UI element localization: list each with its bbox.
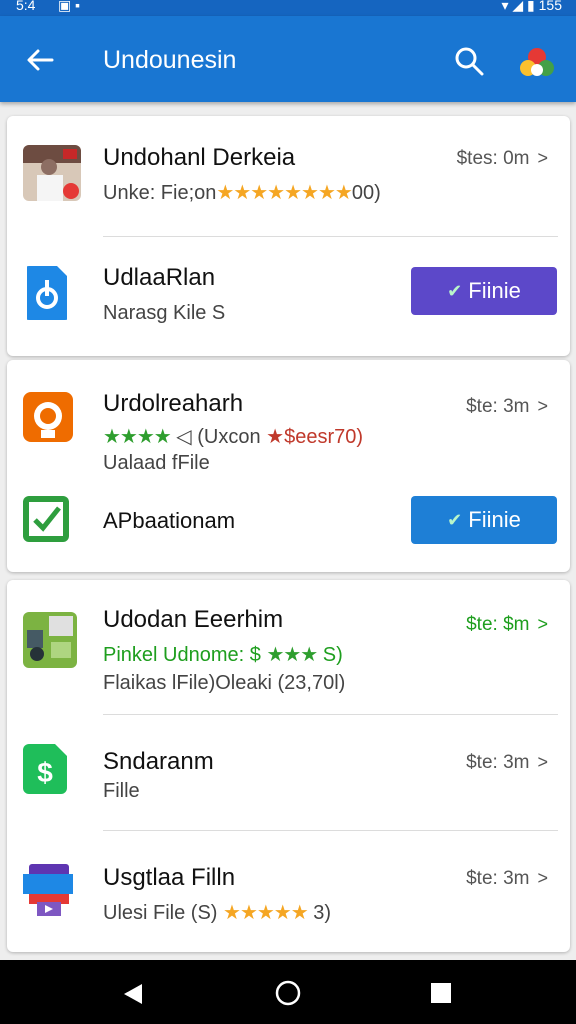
- list-item[interactable]: Urdolreaharh ★★★★ ◁ (Uxcon ★$eesr70) Ual…: [7, 360, 570, 478]
- app-subtitle: Unke: Fie;on★★★★★★★★00): [103, 182, 381, 204]
- status-right: ▾ ◢ ▮ 155: [501, 0, 562, 14]
- app-meta: $te: 3m >: [466, 868, 548, 889]
- list-item[interactable]: APbaationam ✔ Fiinie: [7, 478, 570, 572]
- app-name: Usgtlaa Filln: [103, 864, 236, 891]
- money-file-icon: $: [23, 744, 67, 794]
- app-name: Udodan Eeerhim: [103, 606, 284, 633]
- app-name: Urdolreaharh: [103, 390, 244, 417]
- video-folder-icon: [23, 864, 73, 916]
- list-item[interactable]: $ Sndaranm Fille $te: 3m >: [7, 714, 570, 830]
- app-name: Undohanl Derkeia: [103, 144, 296, 171]
- app-meta: $te: 3m >: [466, 752, 548, 773]
- app-photo-icon: [23, 145, 81, 201]
- game-app-icon: [23, 612, 77, 668]
- app-subtitle: Ulesi File (S) ★★★★★ 3): [103, 902, 332, 924]
- check-icon: ✔: [447, 280, 463, 301]
- install-button[interactable]: ✔ Fiinie: [411, 267, 557, 315]
- checkbox-app-icon: [23, 496, 69, 542]
- status-time: 5:4: [16, 0, 36, 13]
- search-icon[interactable]: [454, 46, 484, 76]
- app-meta: $te: $m >: [466, 614, 548, 635]
- app-card: Udodan Eeerhim Pinkel Udnome: $ ★★★ S) F…: [7, 580, 570, 952]
- rating-stars: ★★★★: [103, 426, 172, 448]
- app-subtitle: Pinkel Udnome: $ ★★★ S): [103, 644, 343, 666]
- list-item[interactable]: UdlaaRlan Narasg Kile S ✔ Fiinie: [7, 236, 570, 356]
- notification-icons: ▣ ▪: [58, 0, 81, 13]
- rating-stars: ★★★★★★★★: [216, 182, 352, 204]
- chevron-right-icon: >: [537, 868, 548, 888]
- list-item[interactable]: Undohanl Derkeia Unke: Fie;on★★★★★★★★00)…: [7, 116, 570, 236]
- home-circle-icon[interactable]: [275, 980, 301, 1006]
- music-file-icon: [27, 266, 67, 320]
- back-arrow-icon[interactable]: [24, 46, 56, 74]
- app-name: Sndaranm: [103, 748, 214, 775]
- app-meta: $tes: 0m >: [456, 148, 548, 169]
- app-bar: Undounesin: [0, 16, 576, 102]
- app-card: Urdolreaharh ★★★★ ◁ (Uxcon ★$eesr70) Ual…: [7, 360, 570, 572]
- list-item[interactable]: Udodan Eeerhim Pinkel Udnome: $ ★★★ S) F…: [7, 580, 570, 714]
- app-subtitle-2: Flaikas lFile)Oleaki (23,70l): [103, 672, 346, 694]
- account-avatar-icon[interactable]: [518, 46, 556, 80]
- rating-stars: ★★★: [266, 644, 318, 666]
- camera-app-icon: [23, 392, 73, 442]
- app-name: UdlaaRlan: [103, 264, 216, 291]
- page-title: Undounesin: [103, 46, 237, 74]
- app-subtitle: Fille: [103, 780, 140, 802]
- chevron-right-icon: >: [537, 752, 548, 772]
- install-button[interactable]: ✔ Fiinie: [411, 496, 557, 544]
- app-subtitle: Narasg Kile S: [103, 302, 226, 324]
- app-subtitle: ★★★★ ◁ (Uxcon ★$eesr70): [103, 426, 364, 448]
- check-icon: ✔: [447, 509, 463, 530]
- app-meta: $te: 3m >: [466, 396, 548, 417]
- recents-square-icon[interactable]: [430, 982, 452, 1004]
- status-bar: 5:4 ▣ ▪ ▾ ◢ ▮ 155: [0, 0, 576, 16]
- app-name: APbaationam: [103, 508, 236, 533]
- app-card: Undohanl Derkeia Unke: Fie;on★★★★★★★★00)…: [7, 116, 570, 356]
- svg-text:$: $: [37, 757, 53, 788]
- list-item[interactable]: Usgtlaa Filln Ulesi File (S) ★★★★★ 3) $t…: [7, 830, 570, 952]
- navigation-bar: [0, 960, 576, 1024]
- chevron-right-icon: >: [537, 148, 548, 168]
- battery-level: 155: [538, 0, 562, 13]
- app-subtitle-2: Ualaad fFile: [103, 452, 210, 474]
- rating-stars: ★★★★★: [223, 902, 309, 924]
- back-triangle-icon[interactable]: [122, 982, 144, 1006]
- chevron-right-icon: >: [537, 614, 548, 634]
- chevron-right-icon: >: [537, 396, 548, 416]
